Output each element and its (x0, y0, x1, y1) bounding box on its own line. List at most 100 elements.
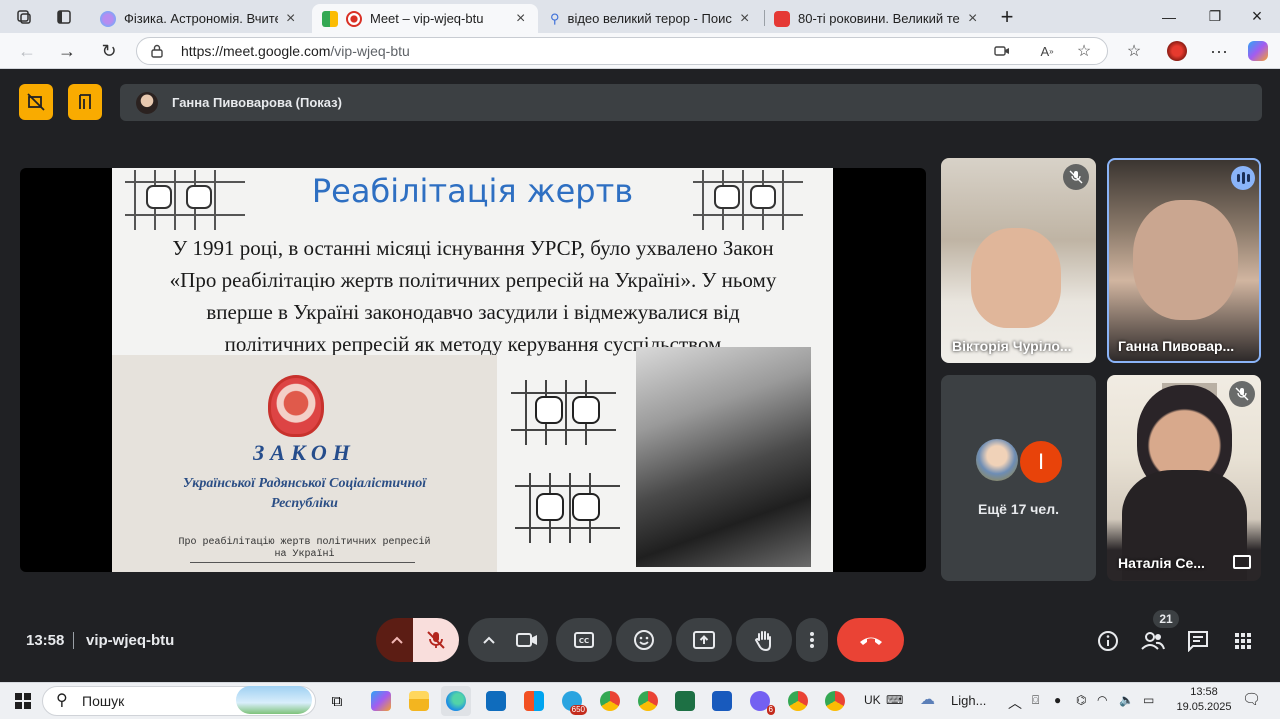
avatar (976, 439, 1018, 481)
present-screen-button[interactable] (676, 618, 732, 662)
camera-toggle-button[interactable] (505, 618, 548, 662)
copilot-taskbar-icon[interactable] (366, 686, 396, 716)
mic-off-icon (1063, 164, 1089, 190)
chrome-icon-2[interactable] (783, 686, 813, 716)
word-icon[interactable] (707, 686, 737, 716)
workspaces-icon[interactable] (6, 0, 42, 33)
raise-hand-button[interactable] (736, 618, 792, 662)
chevron-up-icon (483, 636, 495, 644)
browser-tab[interactable]: Фізика. Астрономія. Вчитель: Бер × (90, 4, 308, 33)
mic-toggle-button[interactable] (413, 618, 459, 662)
more-participants-tile[interactable]: I Ещё 17 чел. (941, 375, 1096, 581)
avatar (136, 92, 158, 114)
avatar-letter: I (1018, 439, 1064, 485)
search-highlight-image (236, 686, 312, 714)
store-icon[interactable] (519, 686, 549, 716)
volume-icon[interactable]: 🔈 (1119, 693, 1134, 707)
chat-button[interactable] (1185, 628, 1211, 654)
pin-button[interactable] (68, 84, 102, 120)
new-tab-icon[interactable]: + (990, 0, 1024, 33)
outlook-icon[interactable] (481, 686, 511, 716)
chevron-up-icon[interactable]: ︿ (1008, 693, 1022, 713)
clock[interactable]: 13:58 19.05.2025 (1174, 685, 1234, 715)
slide-body-line: вперше в Україні законодавчо засудили і … (206, 300, 740, 324)
info-icon (1098, 631, 1118, 651)
battery-icon[interactable]: ▭ (1143, 693, 1154, 707)
svg-text:CC: CC (579, 637, 589, 645)
participant-tile[interactable]: Наталія Се... (1107, 375, 1261, 581)
camera-tray-icon[interactable]: ⌼ (1032, 693, 1039, 708)
browser-tab-active[interactable]: Meet – vip-wjeq-btu × (312, 4, 538, 33)
doc-heading: ЗАКОН (253, 440, 356, 465)
profile-avatar[interactable] (1164, 38, 1190, 64)
tab-actions-icon[interactable] (46, 0, 82, 33)
reload-icon[interactable]: ↻ (94, 36, 124, 66)
captions-button[interactable]: CC (556, 618, 612, 662)
favorite-icon[interactable]: ☆ (1073, 40, 1095, 62)
layout-toggle-button[interactable] (19, 84, 53, 120)
meeting-info-button[interactable] (1095, 628, 1121, 654)
wifi-icon[interactable]: ◠ (1097, 693, 1107, 707)
clock-time: 13:58 (1190, 686, 1218, 698)
restore-icon[interactable]: ❐ (1192, 0, 1238, 33)
participant-video (1133, 200, 1238, 320)
clock-date: 19.05.2025 (1176, 701, 1232, 713)
telegram-icon[interactable]: 650 (557, 686, 587, 716)
more-options-button[interactable] (796, 618, 828, 662)
audio-options-button[interactable] (376, 618, 418, 662)
leave-call-button[interactable] (837, 618, 904, 662)
slide-title: Реабілітація жертв (311, 172, 634, 210)
language-indicator[interactable]: UK (864, 693, 881, 707)
edge-taskbar-icon[interactable] (441, 686, 471, 716)
presenter-name: Ганна Пивоварова (Показ) (172, 95, 342, 110)
taskbar-search-label: Пошук (82, 693, 125, 709)
viber-icon[interactable]: 6 (745, 686, 775, 716)
url-text[interactable]: https://meet.google.com/vip-wjeq-btu (181, 43, 410, 59)
participant-video (971, 228, 1061, 328)
chrome-icon[interactable] (595, 686, 625, 716)
participant-tile[interactable]: Вікторія Чуріло... (941, 158, 1096, 363)
task-view-button[interactable]: ⧉ (322, 686, 352, 716)
browser-tab[interactable]: 80-ті роковини. Великий терор × (764, 4, 990, 33)
weather-icon[interactable]: ☁ (920, 690, 935, 708)
close-window-icon[interactable]: × (1234, 0, 1280, 33)
hand-icon (754, 631, 771, 651)
viber-badge: 6 (766, 705, 775, 715)
minimize-icon[interactable]: — (1146, 0, 1192, 33)
chrome-icon-3[interactable] (820, 686, 850, 716)
participant-name: Вікторія Чуріло... (952, 338, 1072, 354)
site-info-icon[interactable] (146, 40, 168, 62)
network-icon[interactable]: ⌬ (1076, 693, 1086, 707)
doc-subtitle: Української Радянської Соціалістичної Ре… (182, 476, 427, 511)
read-aloud-icon[interactable]: A» (1036, 40, 1058, 62)
close-tab-icon[interactable]: × (968, 10, 980, 28)
reactions-button[interactable] (616, 618, 672, 662)
participant-tile-speaking[interactable]: Ганна Пивовар... (1107, 158, 1261, 363)
copilot-icon[interactable] (1245, 38, 1271, 64)
camera-permission-icon[interactable] (991, 40, 1013, 62)
excel-icon[interactable] (670, 686, 700, 716)
picture-in-picture-icon[interactable] (1233, 555, 1251, 569)
start-button[interactable] (8, 686, 38, 716)
favorites-bar-icon[interactable]: ☆ (1121, 38, 1147, 64)
participant-name: Ганна Пивовар... (1118, 338, 1235, 354)
windows-icon (15, 693, 31, 709)
weather-label[interactable]: Ligh... (951, 693, 986, 708)
people-button[interactable] (1140, 628, 1166, 654)
notifications-icon[interactable]: 🗨 (1242, 690, 1261, 708)
close-tab-icon[interactable]: × (740, 10, 752, 28)
slide-body-line: «Про реабілітацію жертв політичних репре… (169, 268, 777, 292)
back-icon[interactable]: ← (12, 36, 42, 66)
mic-tray-icon[interactable]: ● (1054, 693, 1061, 707)
chrome-profile-icon[interactable] (633, 686, 663, 716)
video-options-button[interactable] (468, 618, 510, 662)
browser-tab[interactable]: ⚲ відео великий терор - Поиск × (540, 4, 762, 33)
close-tab-icon[interactable]: × (516, 10, 528, 28)
more-menu-icon[interactable]: ··· (1206, 38, 1232, 64)
activities-button[interactable] (1230, 628, 1256, 654)
keyboard-icon[interactable]: ⌨ (886, 693, 903, 707)
file-explorer-icon[interactable] (404, 686, 434, 716)
forward-icon[interactable]: → (52, 36, 82, 66)
prisoners-photo (636, 347, 811, 567)
close-tab-icon[interactable]: × (286, 10, 298, 28)
